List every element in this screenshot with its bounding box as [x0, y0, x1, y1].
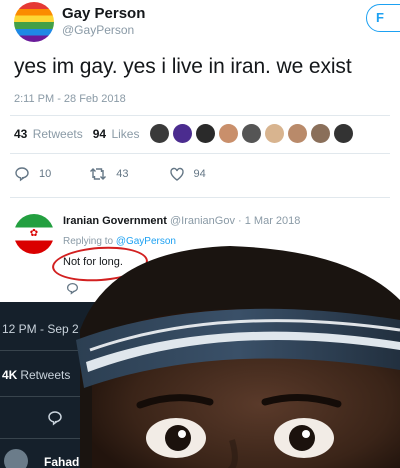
reply-icon	[15, 167, 29, 182]
dark-user-avatar[interactable]	[4, 449, 28, 468]
divider	[0, 438, 110, 439]
divider	[10, 197, 390, 198]
liker-avatar[interactable]	[334, 124, 353, 143]
rainbow-avatar[interactable]	[14, 2, 54, 42]
retweet-icon	[90, 168, 107, 180]
screenshot-stage: Gay Person @GayPerson F yes im gay. yes …	[0, 0, 400, 468]
comment-icon[interactable]	[47, 410, 63, 426]
reply-header: Iranian Government @IranianGov · 1 Mar 2…	[63, 215, 300, 227]
tweet-timestamp[interactable]: 2:11 PM - 28 Feb 2018	[14, 93, 126, 105]
retweets-stat[interactable]: 43 Retweets	[14, 127, 83, 141]
like-count: 94	[193, 168, 206, 180]
divider	[10, 153, 390, 154]
divider	[0, 396, 110, 397]
divider	[10, 115, 390, 116]
liker-avatar[interactable]	[219, 124, 238, 143]
tweet-actions: 10 43 94	[14, 166, 206, 182]
liker-avatars[interactable]	[150, 124, 353, 143]
tweet-text: yes im gay. yes i live in iran. we exist	[14, 55, 352, 78]
replying-mention[interactable]: @GayPerson	[116, 236, 176, 247]
like-button[interactable]: 94	[169, 166, 206, 182]
heart-icon	[169, 167, 184, 181]
liker-avatar[interactable]	[150, 124, 169, 143]
liker-avatar[interactable]	[288, 124, 307, 143]
retweet-count: 43	[116, 168, 129, 180]
reply-button[interactable]: 10	[14, 166, 51, 182]
dark-user-name[interactable]: Fahad	[44, 455, 79, 468]
liker-avatar[interactable]	[173, 124, 192, 143]
reply-author-handle[interactable]: @IranianGov	[170, 215, 235, 227]
liker-avatar[interactable]	[196, 124, 215, 143]
retweet-button[interactable]: 43	[89, 166, 129, 182]
liker-avatar[interactable]	[242, 124, 261, 143]
likes-stat[interactable]: 94 Likes	[93, 127, 140, 141]
divider	[0, 350, 110, 351]
reply-icon[interactable]	[66, 282, 79, 295]
engagement-stats: 43 Retweets 94 Likes	[14, 127, 139, 141]
iran-flag-avatar[interactable]: ✿	[14, 214, 54, 254]
replying-to-line: Replying to @GayPerson	[63, 236, 176, 247]
emblem-icon: ✿	[29, 228, 39, 239]
dark-retweets-stat[interactable]: 4K Retweets	[2, 368, 70, 382]
reply-date[interactable]: · 1 Mar 2018	[238, 215, 300, 227]
dark-timestamp: 12 PM - Sep 2	[2, 322, 79, 336]
liker-avatar[interactable]	[311, 124, 330, 143]
red-annotation-circle	[50, 243, 150, 285]
liker-avatar[interactable]	[265, 124, 284, 143]
tweet-author-handle[interactable]: @GayPerson	[62, 23, 134, 37]
tweet-author-name[interactable]: Gay Person	[62, 5, 145, 22]
follow-button[interactable]: F	[366, 4, 400, 32]
replying-prefix: Replying to	[63, 236, 114, 247]
reply-author-name[interactable]: Iranian Government	[63, 215, 167, 227]
reply-count: 10	[39, 168, 52, 180]
